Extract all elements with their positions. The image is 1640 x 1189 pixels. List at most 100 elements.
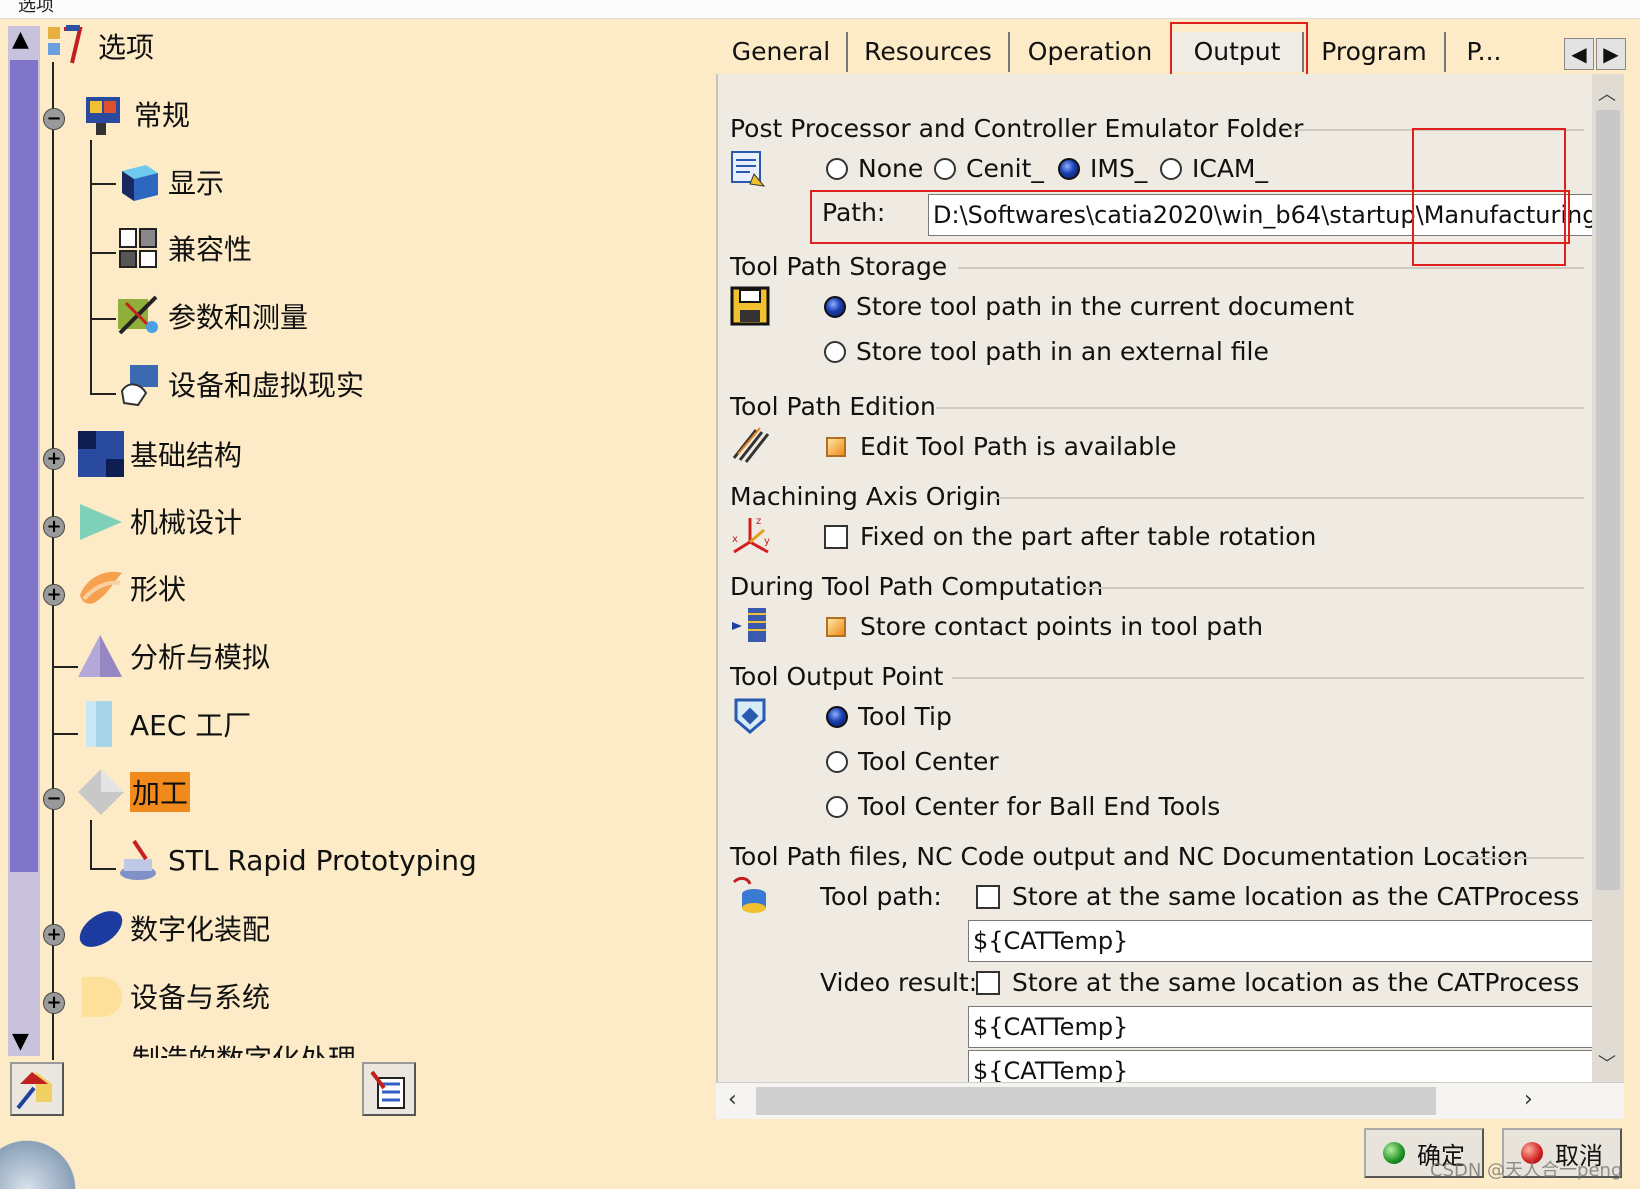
compatibility-icon [116, 225, 162, 271]
checkbox-indicator[interactable] [826, 436, 846, 457]
tab-general[interactable]: General [716, 32, 848, 72]
tree-item-aec[interactable]: AEC 工厂 [78, 700, 251, 748]
radio-cenit-indicator[interactable] [934, 157, 956, 180]
radio-indicator[interactable] [826, 705, 848, 728]
tree-item-label[interactable]: 制造的数字化处理 [132, 1044, 356, 1058]
checkbox-indicator[interactable] [976, 970, 1000, 995]
checkbox-indicator[interactable] [826, 616, 846, 637]
post-processor-folder-icon [730, 150, 770, 190]
check-toolpath-same-location[interactable]: Store at the same location as the CATPro… [976, 882, 1579, 911]
scroll-right-chevron-icon[interactable]: › [1524, 1087, 1533, 1112]
radio-tool-center-ball[interactable]: Tool Center for Ball End Tools [826, 792, 1220, 821]
tab-next-arrow-icon[interactable]: ▶ [1596, 38, 1626, 70]
scroll-down-arrow-icon[interactable]: ▼ [12, 1030, 29, 1054]
radio-tool-center[interactable]: Tool Center [826, 747, 999, 776]
options-list-icon [364, 1064, 414, 1114]
tree-item-infrastructure[interactable]: 基础结构 [78, 430, 242, 478]
content-horizontal-scrollbar[interactable]: ‹ › [716, 1082, 1624, 1119]
radio-none-indicator[interactable] [826, 157, 848, 180]
tree-item-general[interactable]: 常规 [82, 90, 190, 138]
radio-icam[interactable]: ICAM_ [1160, 154, 1268, 183]
tree-item-digital-manufacturing-clip: 制造的数字化处理 [132, 1044, 432, 1058]
window-title-fragment: 选项 [18, 0, 54, 16]
expand-equipment-icon[interactable]: + [43, 992, 65, 1014]
tab-more[interactable]: P... [1446, 32, 1522, 72]
tree-scroll-thumb[interactable] [10, 60, 38, 872]
tree-root-label: 选项 [98, 31, 155, 64]
radio-icam-indicator[interactable] [1160, 157, 1182, 180]
radio-cenit[interactable]: Cenit_ [934, 154, 1044, 183]
tree-item-equipment[interactable]: 设备与系统 [78, 972, 270, 1020]
radio-ims-indicator[interactable] [1058, 157, 1080, 180]
tree-branch [52, 733, 78, 735]
toolpath-location-input[interactable]: ${CATTemp} [968, 920, 1594, 962]
tree-item-mechanical[interactable]: 机械设计 [78, 497, 242, 545]
expand-infrastructure-icon[interactable]: + [43, 448, 65, 470]
expand-mechanical-icon[interactable]: + [43, 516, 65, 538]
tree-item-devices-vr[interactable]: 设备和虚拟现实 [116, 360, 364, 408]
radio-tool-tip[interactable]: Tool Tip [826, 702, 952, 731]
radio-indicator[interactable] [824, 340, 846, 363]
tree-item-label: 数字化装配 [130, 913, 271, 946]
horizontal-scroll-thumb[interactable] [756, 1087, 1436, 1115]
nc-location-input[interactable]: ${CATTemp} [968, 1050, 1594, 1082]
expand-shape-icon[interactable]: + [43, 584, 65, 606]
checkbox-indicator[interactable] [824, 524, 848, 549]
tree-item-shape[interactable]: 形状 [78, 564, 186, 612]
radio-store-external-file[interactable]: Store tool path in an external file [824, 337, 1269, 366]
radio-ims[interactable]: IMS_ [1058, 154, 1147, 183]
radio-indicator[interactable] [826, 795, 848, 818]
tree-line-main [52, 62, 54, 1060]
check-fixed-on-part[interactable]: Fixed on the part after table rotation [824, 522, 1316, 551]
tree-item-label: STL Rapid Prototyping [168, 843, 477, 877]
expand-digital-assembly-icon[interactable]: + [43, 924, 65, 946]
path-end-highlight [1412, 128, 1566, 266]
tree-branch [52, 666, 78, 668]
scroll-left-chevron-icon[interactable]: ‹ [728, 1087, 737, 1112]
tree-item-compatibility[interactable]: 兼容性 [116, 224, 252, 272]
check-edit-tool-path[interactable]: Edit Tool Path is available [824, 432, 1177, 461]
output-tab-highlight [1170, 22, 1308, 82]
tab-operation[interactable]: Operation [1010, 32, 1172, 72]
check-store-contact-points[interactable]: Store contact points in tool path [824, 612, 1263, 641]
scroll-up-arrow-icon[interactable]: ▲ [12, 28, 29, 52]
vertical-scroll-thumb[interactable] [1596, 110, 1620, 890]
collapse-machining-icon[interactable]: − [43, 788, 65, 810]
section-title-axis: Machining Axis Origin [730, 482, 1002, 511]
parameters-options-button[interactable] [362, 1062, 416, 1116]
tool-path-edit-icon [730, 424, 770, 464]
checkbox-indicator[interactable] [976, 884, 1000, 909]
tree-root-options[interactable]: 选项 [46, 22, 154, 70]
section-title-edition: Tool Path Edition [730, 392, 936, 421]
tree-item-analysis[interactable]: 分析与模拟 [78, 632, 270, 680]
tree-scrollbar[interactable]: ▲ ▼ [8, 26, 40, 1056]
equipment-systems-icon [78, 973, 124, 1019]
tree-item-parameters[interactable]: 参数和测量 [116, 292, 308, 340]
tree-item-display[interactable]: 显示 [116, 158, 224, 206]
radio-indicator[interactable] [824, 295, 846, 318]
scroll-up-chevron-icon[interactable]: ︿ [1598, 80, 1616, 106]
tree-line-general [90, 140, 92, 395]
tree-item-label: 显示 [168, 167, 225, 200]
tree-branch [90, 393, 116, 395]
radio-none[interactable]: None [826, 154, 923, 183]
collapse-general-icon[interactable]: − [43, 108, 65, 130]
tree-item-label: 设备和虚拟现实 [168, 369, 365, 402]
tree-item-digital-assembly[interactable]: 数字化装配 [78, 904, 270, 952]
radio-indicator[interactable] [826, 750, 848, 773]
checkbox-label: Store contact points in tool path [860, 612, 1264, 641]
radio-store-current-document[interactable]: Store tool path in the current document [824, 292, 1354, 321]
content-vertical-scrollbar[interactable]: ︿ ﹀ [1592, 74, 1624, 1082]
video-location-input[interactable]: ${CATTemp} [968, 1006, 1594, 1048]
scroll-down-chevron-icon[interactable]: ﹀ [1598, 1050, 1616, 1076]
reset-options-button[interactable] [10, 1062, 64, 1116]
shape-icon [78, 565, 124, 611]
svg-text:z: z [756, 516, 761, 527]
tree-item-machining[interactable]: 加工 [78, 768, 191, 816]
tab-program[interactable]: Program [1304, 32, 1446, 72]
digital-assembly-icon [78, 905, 124, 951]
tree-item-stl[interactable]: STL Rapid Prototyping [116, 836, 477, 884]
check-video-same-location[interactable]: Store at the same location as the CATPro… [976, 968, 1579, 997]
tab-prev-arrow-icon[interactable]: ◀ [1564, 38, 1594, 70]
tab-resources[interactable]: Resources [848, 32, 1010, 72]
